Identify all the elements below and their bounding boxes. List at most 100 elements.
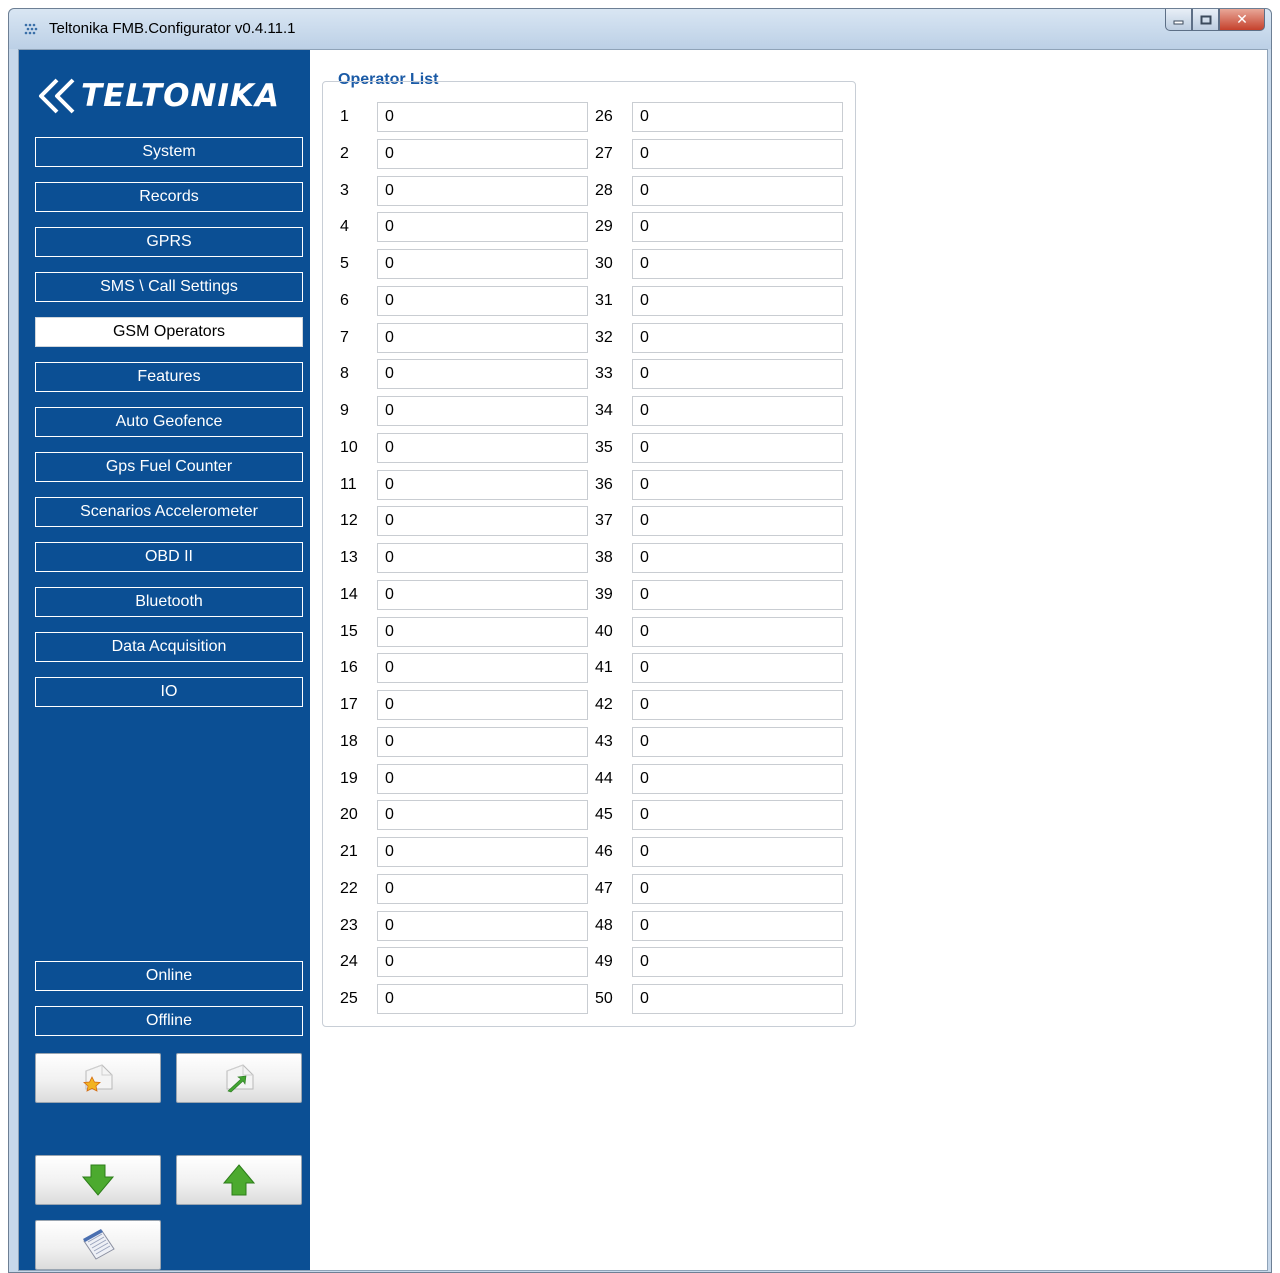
operator-code-input[interactable] [632,543,843,573]
nav-gsm-operators-button[interactable]: GSM Operators [35,317,303,347]
operator-code-input[interactable] [632,396,843,426]
nav-io-button[interactable]: IO [35,677,303,707]
operator-code-input[interactable] [377,616,588,647]
operator-code-input[interactable] [632,910,843,941]
nav-label: SMS \ Call Settings [100,278,238,295]
operator-code-input[interactable] [377,873,588,904]
operator-row-number: 46 [595,843,613,860]
operator-code-input[interactable] [377,138,588,169]
operator-code-input[interactable] [377,690,588,720]
save-configuration-button[interactable] [176,1053,302,1103]
folder-save-icon [226,1064,254,1093]
operator-code-input[interactable] [632,249,843,279]
operator-code-input[interactable] [377,837,588,867]
title-bar[interactable]: Teltonika FMB.Configurator v0.4.11.1 ✕ [9,9,1271,49]
arrow-down-icon [81,1164,115,1196]
nav-label: Scenarios Accelerometer [80,503,258,520]
maximize-button[interactable] [1192,9,1219,31]
operator-row-number: 38 [595,549,613,566]
online-button[interactable]: Online [35,961,303,991]
maximize-icon [1200,15,1211,24]
operator-row-number: 47 [595,879,613,897]
operator-code-input[interactable] [377,102,588,132]
operator-code-input[interactable] [632,359,843,390]
operator-code-input[interactable] [632,653,843,684]
operator-row-number: 9 [340,402,349,419]
logs-button[interactable] [35,1220,161,1270]
operator-code-input[interactable] [632,947,843,978]
operator-code-input[interactable] [632,432,843,463]
operator-code-input[interactable] [632,285,843,316]
nav-gprs-button[interactable]: GPRS [35,227,303,257]
nav-system-button[interactable]: System [35,137,303,167]
operator-row-number: 40 [595,622,613,640]
operator-row-number: 10 [340,438,358,456]
operator-code-input[interactable] [632,102,843,132]
nav-scenarios-accelerometer-button[interactable]: Scenarios Accelerometer [35,497,303,527]
load-configuration-button[interactable] [35,1053,161,1103]
operator-code-input[interactable] [377,432,588,463]
sidebar: TELTONIKA System Records GPRS SMS \ Call Se… [19,50,310,1270]
save-to-device-button[interactable] [176,1155,302,1205]
arrow-up-icon [222,1164,256,1196]
operator-code-input[interactable] [377,249,588,279]
nav-label: Features [137,368,201,385]
nav-gps-fuel-counter-button[interactable]: Gps Fuel Counter [35,452,303,482]
operator-row-number: 22 [340,879,358,897]
operator-code-input[interactable] [632,506,843,537]
operator-code-input[interactable] [632,690,843,720]
operator-code-input[interactable] [377,469,588,500]
operator-row-number: 43 [595,732,613,750]
operator-code-input[interactable] [632,469,843,500]
operator-code-input[interactable] [632,579,843,610]
operator-code-input[interactable] [377,910,588,941]
operator-row-number: 28 [595,181,613,199]
operator-row-number: 44 [595,769,613,787]
operator-row-number: 29 [595,218,613,236]
operator-code-input[interactable] [632,726,843,757]
operator-code-input[interactable] [632,800,843,831]
operator-code-input[interactable] [632,616,843,647]
offline-button[interactable]: Offline [35,1006,303,1036]
operator-code-input[interactable] [632,322,843,353]
operator-code-input[interactable] [632,138,843,169]
nav-sms-call-settings-button[interactable]: SMS \ Call Settings [35,272,303,302]
operator-code-input[interactable] [377,947,588,978]
minimize-icon [1173,20,1183,24]
operator-row-number: 25 [340,990,358,1007]
operator-code-input[interactable] [377,653,588,684]
operator-code-input[interactable] [377,359,588,390]
operator-code-input[interactable] [632,873,843,904]
minimize-button[interactable] [1165,9,1192,31]
operator-code-input[interactable] [377,726,588,757]
nav-bluetooth-button[interactable]: Bluetooth [35,587,303,617]
operator-code-input[interactable] [377,984,588,1014]
nav-auto-geofence-button[interactable]: Auto Geofence [35,407,303,437]
operator-code-input[interactable] [632,212,843,243]
nav-data-acquisition-button[interactable]: Data Acquisition [35,632,303,662]
load-from-device-button[interactable] [35,1155,161,1205]
operator-code-input[interactable] [377,763,588,794]
operator-code-input[interactable] [377,396,588,426]
nav-features-button[interactable]: Features [35,362,303,392]
nav-obd-ii-button[interactable]: OBD II [35,542,303,572]
operator-code-input[interactable] [632,763,843,794]
operator-code-input[interactable] [377,285,588,316]
operator-code-input[interactable] [377,506,588,537]
operator-code-input[interactable] [377,579,588,610]
operator-row-number: 1 [340,108,349,125]
operator-code-input[interactable] [377,543,588,573]
operator-code-input[interactable] [377,800,588,831]
operator-code-input[interactable] [632,837,843,867]
operator-code-input[interactable] [632,984,843,1014]
operator-row-number: 24 [340,953,358,971]
close-icon: ✕ [1236,11,1248,28]
operator-code-input[interactable] [632,175,843,206]
operator-code-input[interactable] [377,175,588,206]
operator-code-input[interactable] [377,212,588,243]
offline-label: Offline [146,1012,192,1029]
nav-records-button[interactable]: Records [35,182,303,212]
operator-code-input[interactable] [377,322,588,353]
operator-row-number: 30 [595,255,613,272]
close-button[interactable]: ✕ [1219,9,1265,31]
